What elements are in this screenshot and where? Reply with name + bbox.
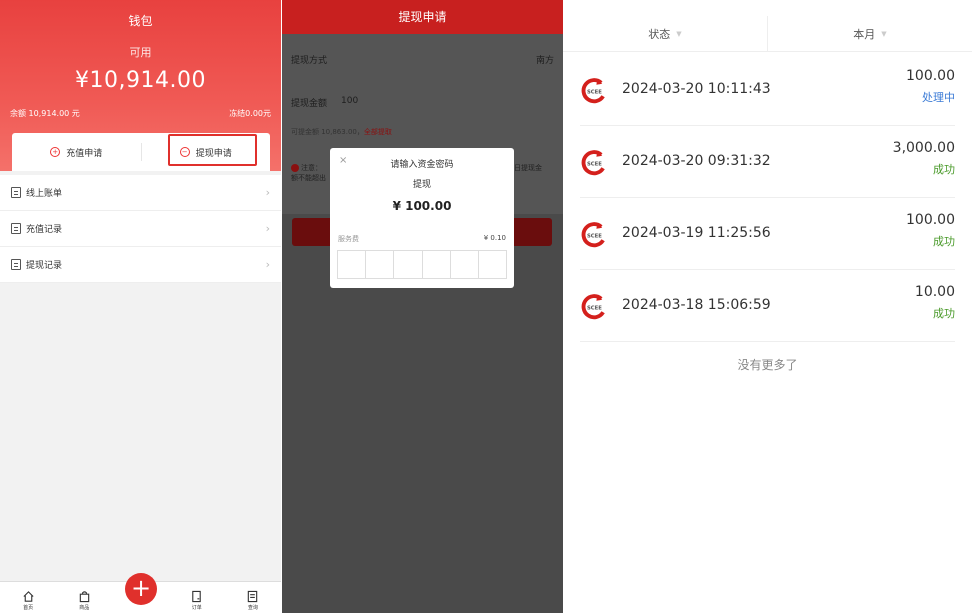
logo-text: SCEE [587, 233, 602, 239]
menu-item-online-bill[interactable]: 线上账单 › [0, 175, 281, 211]
pin-cell [338, 251, 367, 278]
menu-item-withdraw-records[interactable]: 提现记录 › [0, 247, 281, 283]
nav-label: 商品 [79, 605, 90, 611]
brand-logo-icon: SCEE [581, 294, 605, 320]
dialog-amount: ¥ 100.00 [392, 199, 452, 213]
pin-cell [394, 251, 423, 278]
order-icon [192, 590, 201, 603]
available-amount: ¥10,914.00 [75, 68, 206, 93]
wallet-menu: 线上账单 › 充值记录 › 提现记录 › [0, 175, 281, 283]
nav-home[interactable]: 首页 [0, 582, 56, 613]
logo-text: SCEE [587, 161, 602, 167]
tab-status[interactable]: 状态 ▼ [563, 16, 767, 51]
record-status: 成功 [933, 163, 955, 176]
chevron-right-icon: › [265, 186, 270, 199]
tab-month[interactable]: 本月 ▼ [768, 16, 972, 51]
menu-item-label: 线上账单 [26, 189, 63, 199]
list-icon [248, 590, 258, 603]
amount-label: 提现金额 [291, 99, 328, 109]
pin-cell [451, 251, 479, 278]
filter-tabs: 状态 ▼ 本月 ▼ [563, 16, 972, 52]
record-time: 2024-03-19 11:25:56 [622, 225, 771, 241]
record-amount: 10.00 [914, 284, 955, 300]
bag-icon [79, 591, 90, 603]
list-item[interactable]: SCEE 2024-03-18 15:06:59 10.00 成功 [580, 270, 955, 342]
withdraw-record-icon [11, 259, 21, 270]
withdraw-method-row[interactable]: 提现方式 南方 [282, 53, 563, 66]
home-icon [23, 591, 34, 602]
records-screen: 状态 ▼ 本月 ▼ SCEE 2024-03-20 10:11:43 100.0… [563, 0, 972, 613]
brand-logo-icon: SCEE [581, 222, 605, 248]
dialog-subtitle: 提现 [412, 180, 431, 190]
frozen-text: 冻结0.00元 [229, 109, 271, 118]
record-amount: 100.00 [906, 212, 955, 228]
brand-logo-icon: SCEE [581, 78, 605, 104]
withdraw-icon: − [179, 147, 190, 157]
available-label: 可用 [129, 46, 152, 59]
record-time: 2024-03-20 09:31:32 [622, 153, 771, 169]
record-amount: 3,000.00 [892, 140, 955, 156]
nav-orders[interactable]: 订单 [169, 582, 225, 613]
page-title: 提现申请 [282, 0, 563, 34]
menu-item-label: 提现记录 [26, 261, 63, 271]
wallet-screen: 钱包 可用 ¥10,914.00 余额 10,914.00 元 冻结0.00元 … [0, 0, 281, 613]
nav-label: 首页 [23, 605, 34, 611]
password-dialog: × 请输入资金密码 提现 ¥ 100.00 服务费 ¥ 0.10 [330, 148, 514, 288]
password-input[interactable] [337, 250, 507, 279]
dialog-title: 请输入资金密码 [390, 160, 454, 170]
screenshot-root: 钱包 可用 ¥10,914.00 余额 10,914.00 元 冻结0.00元 … [0, 0, 972, 613]
nav-query[interactable]: 查询 [225, 582, 281, 613]
pin-cell [423, 251, 451, 278]
fee-value: ¥ 0.10 [483, 234, 506, 242]
recharge-icon: + [50, 147, 61, 157]
recharge-record-icon [11, 223, 21, 234]
record-time: 2024-03-18 15:06:59 [622, 297, 771, 313]
notice-text-right: 日提现金 [514, 164, 542, 172]
record-status: 处理中 [922, 91, 955, 104]
caret-down-icon: ▼ [676, 29, 682, 38]
pin-cell [366, 251, 395, 278]
page-title: 钱包 [128, 14, 153, 28]
caret-down-icon: ▼ [881, 29, 887, 38]
available-text: 可提金额 10,863.00， [291, 128, 364, 136]
method-label: 提现方式 [291, 56, 328, 66]
brand-logo-icon: SCEE [581, 150, 605, 176]
logo-text: SCEE [587, 89, 602, 95]
recharge-button[interactable]: + 充值申请 [12, 139, 141, 165]
method-value: 南方 [535, 56, 554, 66]
no-more-text: 没有更多了 [737, 358, 798, 372]
alert-icon [291, 164, 299, 172]
withdraw-button[interactable]: − 提现申请 [142, 139, 271, 165]
recharge-label: 充值申请 [66, 148, 103, 159]
bill-icon [11, 187, 21, 198]
nav-label: 订单 [191, 605, 202, 611]
record-time: 2024-03-20 10:11:43 [622, 81, 771, 97]
menu-item-label: 充值记录 [26, 225, 63, 235]
nav-label: 查询 [247, 605, 258, 611]
tab-label: 本月 [853, 27, 876, 41]
chevron-right-icon: › [265, 258, 270, 271]
withdraw-screen: 提现申请 提现方式 南方 提现金额 100 可提金额 10,863.00，全部提… [282, 0, 563, 613]
logo-text: SCEE [587, 305, 602, 311]
balance-text: 余额 10,914.00 元 [10, 109, 80, 118]
pin-cell [479, 251, 506, 278]
tab-label: 状态 [648, 27, 671, 41]
menu-item-recharge-records[interactable]: 充值记录 › [0, 211, 281, 247]
amount-input[interactable]: 100 [341, 96, 358, 109]
chevron-right-icon: › [265, 222, 270, 235]
list-item[interactable]: SCEE 2024-03-19 11:25:56 100.00 成功 [580, 198, 955, 270]
withdraw-amount-row[interactable]: 提现金额 100 [282, 96, 563, 109]
withdraw-all-link[interactable]: 全部提取 [364, 128, 392, 136]
record-status: 成功 [933, 235, 955, 248]
fee-label: 服务费 [338, 235, 359, 243]
list-item[interactable]: SCEE 2024-03-20 09:31:32 3,000.00 成功 [580, 126, 955, 198]
list-item[interactable]: SCEE 2024-03-20 10:11:43 100.00 处理中 [580, 54, 955, 126]
nav-products[interactable]: 商品 [56, 582, 112, 613]
action-card: + 充值申请 − 提现申请 [12, 133, 270, 171]
available-amount-text: 可提金额 10,863.00，全部提取 [291, 127, 392, 137]
record-amount: 100.00 [906, 68, 955, 84]
add-button[interactable]: + [125, 573, 157, 605]
record-status: 成功 [933, 307, 955, 320]
withdraw-label: 提现申请 [195, 148, 232, 159]
